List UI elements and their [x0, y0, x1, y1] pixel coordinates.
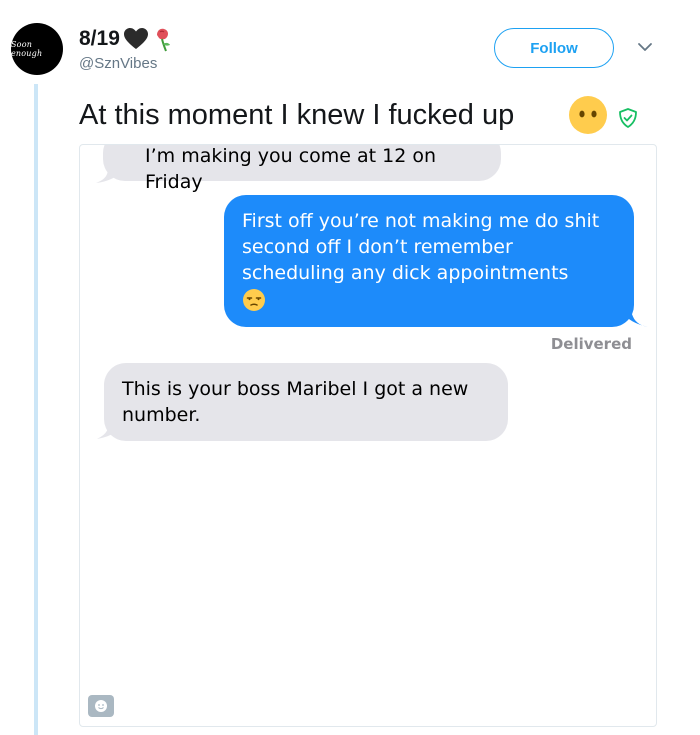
message-line: scheduling any dick appointments [242, 262, 569, 284]
shield-check-icon [619, 108, 637, 128]
message-text: I’m making you come at 12 on Friday [145, 145, 437, 193]
user-handle[interactable]: @SznVibes [79, 55, 157, 72]
smile-icon [95, 700, 107, 712]
name-row: 8/19 [79, 26, 173, 52]
black-heart-icon [123, 28, 148, 49]
thread-line [34, 84, 38, 735]
message-line: First off you’re not making me do shit [242, 210, 600, 232]
message-line: number. [122, 404, 201, 426]
screenshot-media[interactable]: I’m making you come at 12 on Friday Firs… [79, 144, 657, 727]
message-bubble-sent: First off you’re not making me do shit s… [224, 195, 634, 327]
avatar-text: Soon enough [11, 40, 43, 58]
face-without-mouth-emoji [569, 96, 607, 134]
message-line: second off I don’t remember [242, 236, 513, 258]
media-badge-icon [88, 695, 114, 717]
message-line: This is your boss Maribel I got a new [122, 378, 469, 400]
display-name[interactable]: 8/19 [79, 27, 120, 51]
chevron-down-icon[interactable] [637, 41, 653, 53]
message-bubble-received: I’m making you come at 12 on Friday [103, 145, 501, 193]
delivered-status: Delivered [550, 335, 632, 353]
avatar[interactable]: Soon enough [11, 23, 63, 75]
follow-button[interactable]: Follow [494, 28, 614, 68]
tweet-text: At this moment I knew I fucked up [79, 99, 515, 131]
wilted-rose-icon [156, 28, 170, 52]
message-bubble-received: This is your boss Maribel I got a new nu… [104, 363, 508, 441]
unamused-face-emoji [243, 288, 265, 311]
